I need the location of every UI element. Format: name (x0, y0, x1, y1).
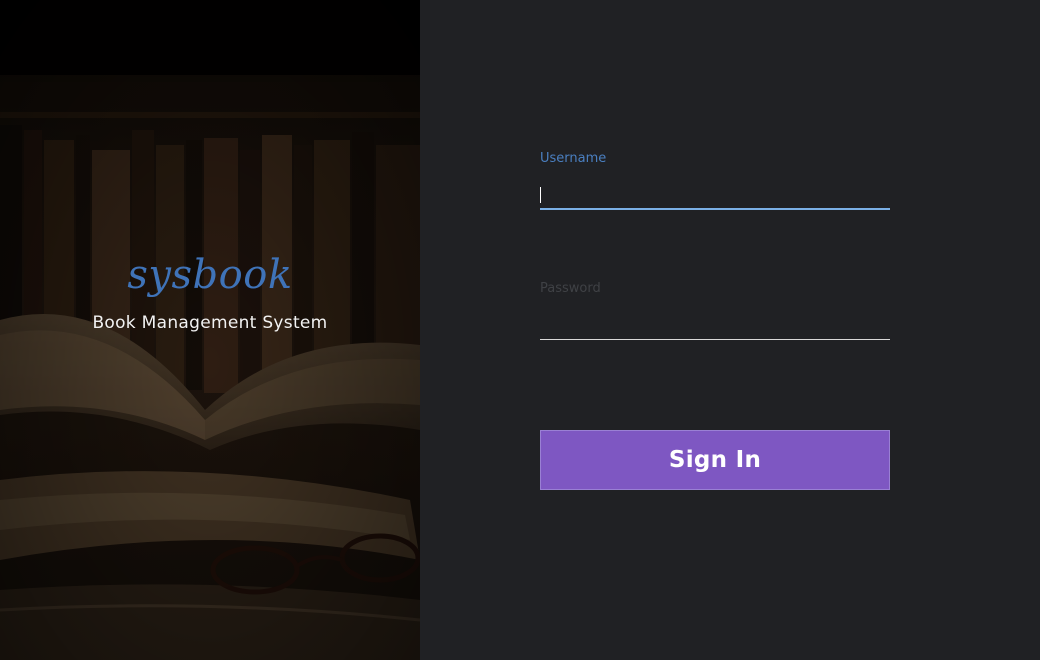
login-window: sysbook Book Management System Username … (0, 0, 1040, 660)
username-label: Username (540, 151, 607, 166)
password-field-group: Password (540, 280, 890, 340)
username-input[interactable] (540, 168, 890, 210)
text-caret (540, 187, 541, 203)
brand-panel: sysbook Book Management System (0, 0, 420, 660)
username-field-group: Username (540, 150, 890, 210)
password-input[interactable] (540, 298, 890, 340)
app-subtitle: Book Management System (92, 313, 328, 333)
password-label: Password (540, 281, 601, 296)
sign-in-button[interactable]: Sign In (540, 430, 890, 490)
app-logo-title: sysbook (127, 252, 293, 298)
login-panel: Username Password Sign In (420, 0, 1040, 660)
brand-block: sysbook Book Management System (0, 250, 420, 334)
